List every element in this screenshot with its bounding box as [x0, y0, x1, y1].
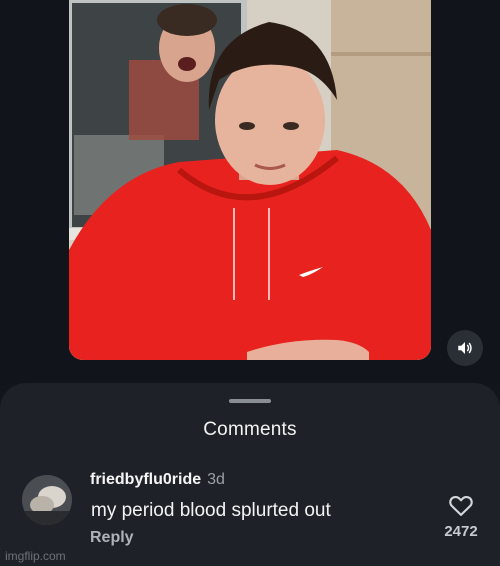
video-area — [0, 0, 500, 385]
comment-header: friedbyflu0ride 3d — [90, 471, 225, 489]
comments-sheet: Comments friedbyflu0ride 3d my period blo… — [0, 383, 500, 566]
like-button[interactable] — [447, 491, 475, 519]
video-player[interactable] — [69, 0, 431, 360]
avatar-image — [22, 475, 72, 525]
heart-outline-icon — [449, 495, 473, 516]
comment-text: my period blood splurted out — [91, 500, 331, 521]
sheet-grab-handle[interactable] — [229, 399, 271, 403]
video-thumbnail — [69, 0, 431, 360]
volume-button[interactable] — [447, 330, 483, 366]
comment-username[interactable]: friedbyflu0ride — [90, 471, 201, 488]
speaker-volume-icon — [458, 342, 472, 354]
reply-button[interactable]: Reply — [90, 529, 134, 547]
comments-title: Comments — [203, 419, 297, 440]
watermark: imgflip.com — [5, 549, 66, 563]
comment-timestamp: 3d — [207, 471, 225, 488]
like-count: 2472 — [444, 523, 478, 540]
avatar[interactable] — [22, 475, 72, 525]
